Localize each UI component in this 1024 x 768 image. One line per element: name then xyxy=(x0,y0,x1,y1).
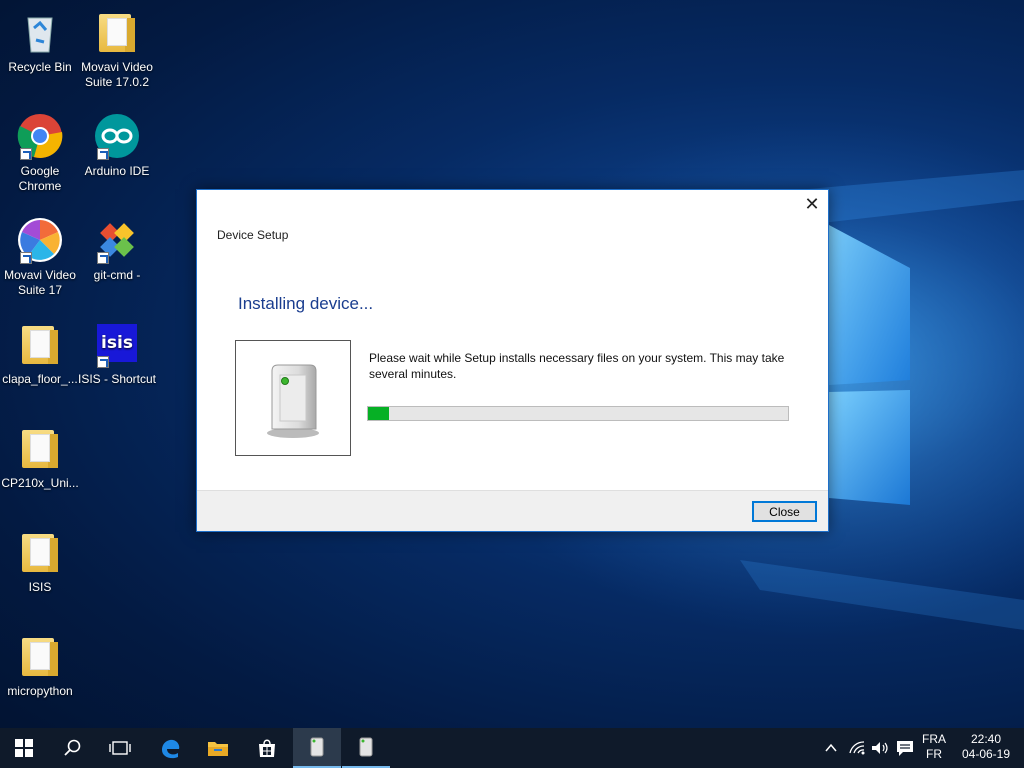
taskbar: FRA FR 22:40 04-06-19 xyxy=(0,728,1024,768)
folder-icon xyxy=(93,8,141,56)
task-view-button[interactable] xyxy=(96,728,144,768)
store-button[interactable] xyxy=(243,728,291,768)
shortcut-arrow-icon xyxy=(97,356,109,368)
device-setup-icon xyxy=(310,737,324,757)
desktop-icon-label: CP210x_Uni... xyxy=(1,476,79,490)
store-icon xyxy=(259,739,275,757)
device-setup-taskbar-button[interactable] xyxy=(342,728,390,768)
desktop-icon-isis-shortcut[interactable]: isis ISIS - Shortcut xyxy=(77,320,157,387)
clock-time: 22:40 xyxy=(970,732,1002,746)
desktop-icon-clapa-floor[interactable]: clapa_floor_... xyxy=(0,320,80,387)
close-icon[interactable]: ✕ xyxy=(802,194,822,214)
device-icon xyxy=(267,364,319,438)
clock[interactable]: 22:40 04-06-19 xyxy=(956,732,1016,762)
file-explorer-icon xyxy=(208,742,228,756)
desktop-icon-movavi-video-suite[interactable]: Movavi Video Suite 17 xyxy=(0,216,80,298)
device-image xyxy=(235,340,351,456)
movavi-icon xyxy=(16,216,64,264)
language-code: FRA xyxy=(922,732,946,746)
desktop-icon-google-chrome[interactable]: Google Chrome xyxy=(0,112,80,194)
action-center-icon[interactable] xyxy=(895,739,915,757)
shortcut-arrow-icon xyxy=(20,148,32,160)
desktop-icon-label: Movavi Video Suite 17.0.2 xyxy=(81,60,153,89)
install-progress-bar xyxy=(367,406,789,421)
dialog-message: Please wait while Setup installs necessa… xyxy=(369,351,785,381)
desktop-icon-micropython[interactable]: micropython xyxy=(0,632,80,699)
desktop-icon-cp210x[interactable]: CP210x_Uni... xyxy=(0,424,80,491)
network-icon[interactable] xyxy=(848,739,866,757)
folder-icon xyxy=(16,632,64,680)
volume-icon[interactable] xyxy=(870,739,890,757)
dialog-footer: Close xyxy=(197,490,828,531)
dialog-heading: Installing device... xyxy=(238,294,374,313)
file-explorer-button[interactable] xyxy=(194,728,242,768)
search-icon xyxy=(64,739,81,756)
folder-icon xyxy=(16,528,64,576)
dialog-title: Device Setup xyxy=(217,228,289,242)
isis-icon: isis xyxy=(93,320,141,368)
git-icon xyxy=(93,216,141,264)
device-setup-taskbar-button-active[interactable] xyxy=(293,728,341,768)
desktop-icon-label: ISIS xyxy=(28,580,52,594)
desktop-icon-label: clapa_floor_... xyxy=(2,372,78,386)
desktop-icon-git-cmd[interactable]: git-cmd - xyxy=(77,216,157,283)
desktop-icon-label: ISIS - Shortcut xyxy=(77,372,157,386)
desktop-icon-label: Recycle Bin xyxy=(8,60,72,74)
desktop-icon-label: Arduino IDE xyxy=(84,164,150,178)
desktop-icon-label: micropython xyxy=(7,684,73,698)
folder-icon xyxy=(16,320,64,368)
desktop-icon-arduino-ide[interactable]: Arduino IDE xyxy=(77,112,157,179)
clock-date: 04-06-19 xyxy=(961,747,1011,761)
edge-icon xyxy=(162,739,180,759)
shortcut-arrow-icon xyxy=(97,252,109,264)
close-button[interactable]: Close xyxy=(752,501,817,522)
desktop-icon-label: Movavi Video Suite 17 xyxy=(4,268,76,297)
start-icon xyxy=(15,739,33,757)
desktop-icon-label: Google Chrome xyxy=(18,164,62,193)
shortcut-arrow-icon xyxy=(20,252,32,264)
arduino-icon xyxy=(93,112,141,160)
chrome-icon xyxy=(16,112,64,160)
desktop-icon-label: git-cmd - xyxy=(93,268,141,282)
folder-icon xyxy=(16,424,64,472)
keyboard-layout-code: FR xyxy=(926,747,942,761)
start-button[interactable] xyxy=(0,728,48,768)
desktop-icon-movavi-folder[interactable]: Movavi Video Suite 17.0.2 xyxy=(77,8,157,90)
input-language-indicator[interactable]: FRA FR xyxy=(922,732,946,762)
chevron-up-icon[interactable] xyxy=(824,739,838,757)
shortcut-arrow-icon xyxy=(97,148,109,160)
desktop-icon-recycle-bin[interactable]: Recycle Bin xyxy=(0,8,80,75)
task-view-icon xyxy=(109,741,131,755)
progress-fill xyxy=(368,407,389,420)
edge-button[interactable] xyxy=(146,728,194,768)
recycle-bin-icon xyxy=(16,8,64,56)
search-button[interactable] xyxy=(48,728,96,768)
device-setup-icon xyxy=(359,737,373,757)
device-setup-dialog: ✕ Device Setup Installing device... Plea… xyxy=(196,189,829,532)
desktop-icon-isis-folder[interactable]: ISIS xyxy=(0,528,80,595)
